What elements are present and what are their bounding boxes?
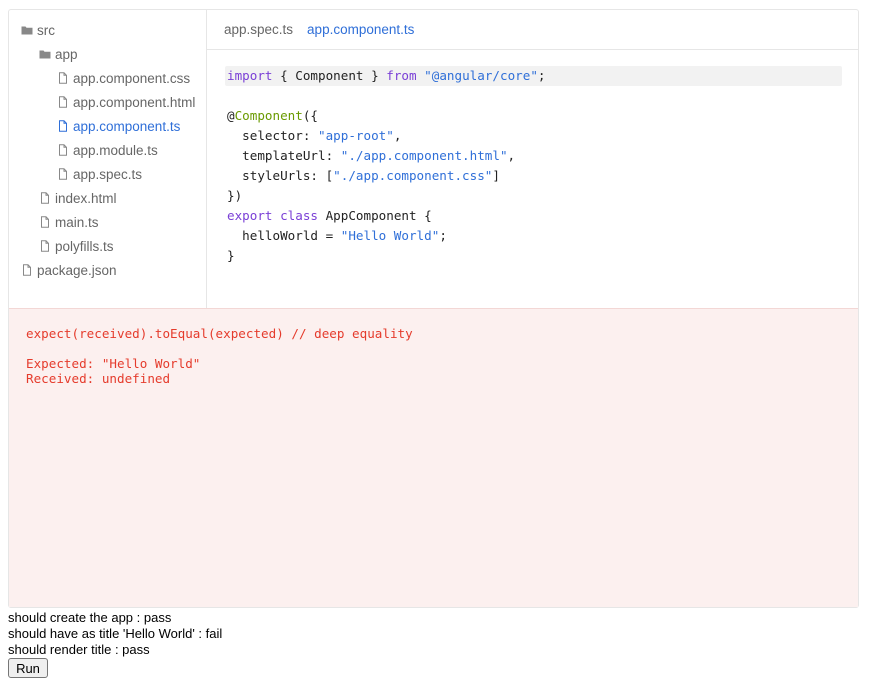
- code-line: import { Component } from "@angular/core…: [225, 66, 842, 86]
- code-text: ;: [439, 228, 447, 243]
- test-result-item: should create the app : pass: [8, 610, 172, 625]
- code-text: helloWorld =: [227, 228, 341, 243]
- folder-icon: [21, 26, 33, 35]
- tab-app-spec-ts[interactable]: app.spec.ts: [224, 10, 293, 50]
- tree-folder-src[interactable]: src: [9, 20, 206, 44]
- tree-item-label: polyfills.ts: [55, 239, 114, 254]
- code-keyword: export: [227, 208, 273, 223]
- code-string: "Hello World": [340, 228, 440, 243]
- file-icon: [41, 216, 49, 228]
- tree-file-main-ts[interactable]: main.ts: [9, 212, 206, 236]
- tree-file-index-html[interactable]: index.html: [9, 188, 206, 212]
- code-text: @: [227, 108, 235, 123]
- code-text: ,: [393, 128, 402, 143]
- tree-file-app-component-css[interactable]: app.component.css: [9, 68, 206, 92]
- tree-folder-app[interactable]: app: [9, 44, 206, 68]
- code-line: }): [227, 186, 242, 206]
- code-decorator: Component: [234, 108, 303, 123]
- code-keyword: from: [386, 68, 417, 83]
- code-line: export class AppComponent {: [227, 206, 432, 226]
- test-result-item: should render title : pass: [8, 642, 150, 657]
- file-icon: [41, 192, 49, 204]
- code-string: "./app.component.css": [333, 168, 493, 183]
- error-received: Received: undefined: [26, 371, 171, 386]
- tree-file-app-spec-ts[interactable]: app.spec.ts: [9, 164, 206, 188]
- test-error-panel: expect(received).toEqual(expected) // de…: [9, 308, 858, 607]
- code-text: ,: [507, 148, 516, 163]
- tree-file-package-json[interactable]: package.json: [9, 260, 206, 284]
- code-text: ({: [302, 108, 319, 123]
- code-text: templateUrl:: [227, 148, 341, 163]
- error-matcher: expect(received).toEqual(expected) // de…: [26, 326, 413, 341]
- tree-item-label: app.component.css: [73, 71, 191, 86]
- tree-file-app-component-html[interactable]: app.component.html: [9, 92, 206, 116]
- tree-item-label: app.component.ts: [73, 119, 181, 134]
- code-string: "app-root": [318, 128, 394, 143]
- code-text: styleUrls: [: [227, 168, 334, 183]
- editor-tabs: app.spec.ts app.component.ts: [207, 10, 858, 50]
- code-text: AppComponent {: [318, 208, 432, 223]
- code-keyword: class: [280, 208, 319, 223]
- code-text: }: [227, 248, 235, 263]
- tree-file-polyfills-ts[interactable]: polyfills.ts: [9, 236, 206, 260]
- code-keyword: import: [227, 68, 273, 83]
- error-expected: Expected: "Hello World": [26, 356, 201, 371]
- tree-item-label: app.component.html: [73, 95, 196, 110]
- code-text: ]: [492, 168, 500, 183]
- test-results: should create the app : pass should have…: [8, 610, 222, 658]
- tree-item-label: main.ts: [55, 215, 99, 230]
- tree-item-label: app: [55, 47, 78, 62]
- file-icon: [59, 168, 67, 180]
- editor-frame: src app app.component.css app.component.…: [8, 9, 859, 608]
- code-text: }): [227, 188, 243, 203]
- code-text: { Component }: [272, 68, 387, 83]
- code-line: templateUrl: "./app.component.html",: [227, 146, 515, 166]
- code-line: helloWorld = "Hello World";: [227, 226, 447, 246]
- file-icon: [59, 144, 67, 156]
- tree-item-label: app.spec.ts: [73, 167, 143, 182]
- tree-item-label: index.html: [55, 191, 117, 206]
- code-text: ;: [537, 68, 546, 83]
- code-line: @Component({: [227, 106, 318, 126]
- tree-item-label: src: [37, 23, 55, 38]
- file-icon: [59, 120, 67, 132]
- file-icon: [59, 96, 67, 108]
- tree-item-label: package.json: [37, 263, 117, 278]
- tree-item-label: app.module.ts: [73, 143, 158, 158]
- file-tree: src app app.component.css app.component.…: [9, 10, 207, 308]
- test-result-item: should have as title 'Hello World' : fai…: [8, 626, 223, 641]
- file-icon: [23, 264, 31, 276]
- code-line: }: [227, 246, 235, 266]
- file-icon: [41, 240, 49, 252]
- code-string: "./app.component.html": [340, 148, 508, 163]
- code-editor[interactable]: import { Component } from "@angular/core…: [207, 50, 858, 308]
- tree-file-app-component-ts[interactable]: app.component.ts: [9, 116, 206, 140]
- code-line: selector: "app-root",: [227, 126, 401, 146]
- code-line: styleUrls: ["./app.component.css"]: [227, 166, 500, 186]
- code-text: selector:: [227, 128, 318, 143]
- tree-file-app-module-ts[interactable]: app.module.ts: [9, 140, 206, 164]
- file-icon: [59, 72, 67, 84]
- folder-icon: [39, 50, 51, 59]
- tab-app-component-ts[interactable]: app.component.ts: [307, 10, 414, 50]
- code-string: "@angular/core": [424, 68, 538, 83]
- run-button[interactable]: Run: [8, 658, 48, 678]
